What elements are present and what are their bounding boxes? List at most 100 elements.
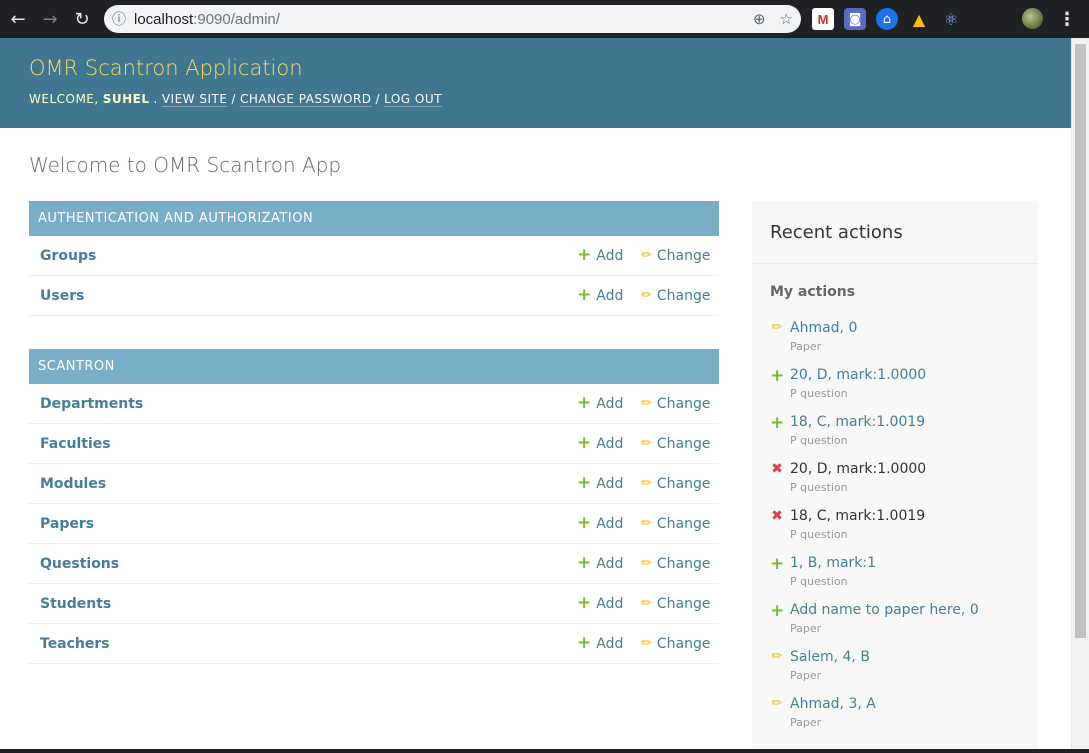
add-icon: + (770, 554, 785, 574)
add-papers-link[interactable]: + Add (577, 515, 623, 532)
change-faculties-link[interactable]: ✏ Change (641, 436, 711, 452)
model-link-faculties[interactable]: Faculties (40, 436, 111, 452)
change-papers-link[interactable]: ✏ Change (641, 516, 711, 532)
add-users-link[interactable]: + Add (577, 287, 623, 304)
recent-action-type: Paper (790, 340, 822, 353)
forward-icon[interactable]: → (34, 0, 66, 38)
pencil-icon: ✏ (641, 436, 652, 451)
change-password-link[interactable]: Change password (239, 92, 372, 107)
bank-icon[interactable]: ⌂ (876, 8, 898, 30)
change-label: Change (656, 555, 711, 572)
pencil-icon: ✏ (771, 320, 783, 335)
recent-action-type: Paper (790, 622, 822, 635)
add-students-link[interactable]: + Add (577, 595, 623, 612)
react-icon[interactable]: ⚛ (940, 8, 962, 30)
recent-action-item: ✏ Ahmad, 0 Paper (770, 319, 1030, 366)
recent-action-link: 20, D, mark:1.0000 (790, 461, 927, 477)
reload-icon[interactable]: ↻ (66, 0, 98, 38)
recent-action-link[interactable]: Add name to paper here, 0 (790, 602, 979, 618)
add-label: Add (596, 395, 624, 412)
model-link-questions[interactable]: Questions (40, 556, 119, 572)
add-icon: + (577, 393, 592, 413)
module-scantron: Scantron Departments + Add ✏ Change Faculties… (29, 349, 719, 664)
scrollbar-thumb[interactable] (1075, 44, 1086, 638)
recent-action-link[interactable]: Ahmad, 3, A (790, 696, 876, 712)
url-host: localhost (134, 10, 194, 28)
change-questions-link[interactable]: ✏ Change (641, 556, 711, 572)
add-modules-link[interactable]: + Add (577, 475, 623, 492)
model-row-departments: Departments + Add ✏ Change (29, 384, 719, 424)
bookmark-star-icon[interactable]: ☆ (780, 10, 793, 28)
add-teachers-link[interactable]: + Add (577, 635, 623, 652)
add-icon: + (577, 633, 592, 653)
change-modules-link[interactable]: ✏ Change (641, 476, 711, 492)
delete-icon: ✖ (771, 461, 783, 477)
gmail-icon[interactable]: M (812, 8, 834, 30)
pencil-icon: ✏ (771, 696, 783, 711)
add-faculties-link[interactable]: + Add (577, 435, 623, 452)
recent-action-link[interactable]: Salem, 4, B (790, 649, 870, 665)
add-groups-link[interactable]: + Add (577, 247, 623, 264)
change-teachers-link[interactable]: ✏ Change (641, 636, 711, 652)
change-label: Change (656, 287, 711, 304)
camera-icon[interactable]: ◙ (844, 8, 866, 30)
model-row-papers: Papers + Add ✏ Change (29, 504, 719, 544)
pencil-icon: ✏ (771, 649, 783, 664)
recent-action-link[interactable]: Ahmad, 0 (790, 320, 857, 336)
add-label: Add (596, 595, 624, 612)
drive-icon[interactable]: ▲ (908, 8, 930, 30)
module-caption[interactable]: Scantron (29, 349, 719, 384)
model-row-teachers: Teachers + Add ✏ Change (29, 624, 719, 664)
change-departments-link[interactable]: ✏ Change (641, 396, 711, 412)
change-label: Change (656, 635, 711, 652)
change-groups-link[interactable]: ✏ Change (641, 248, 711, 264)
change-label: Change (656, 475, 711, 492)
add-label: Add (596, 635, 624, 652)
model-link-modules[interactable]: Modules (40, 476, 106, 492)
recent-action-type: Paper (790, 716, 822, 729)
add-icon: + (577, 285, 592, 305)
profile-avatar[interactable] (1022, 8, 1043, 29)
recent-action-type: P question (790, 481, 848, 494)
recent-action-link[interactable]: 1, B, mark:1 (790, 555, 876, 571)
pencil-icon: ✏ (641, 288, 652, 303)
add-icon: + (577, 245, 592, 265)
pencil-icon: ✏ (641, 516, 652, 531)
add-icon: + (770, 366, 785, 386)
change-users-link[interactable]: ✏ Change (641, 288, 711, 304)
model-link-groups[interactable]: Groups (40, 248, 96, 264)
add-departments-link[interactable]: + Add (577, 395, 623, 412)
back-icon[interactable]: ← (2, 0, 34, 38)
add-questions-link[interactable]: + Add (577, 555, 623, 572)
recent-action-type: P question (790, 387, 848, 400)
model-row-modules: Modules + Add ✏ Change (29, 464, 719, 504)
model-link-teachers[interactable]: Teachers (40, 636, 110, 652)
model-link-users[interactable]: Users (40, 288, 84, 304)
log-out-link[interactable]: Log out (384, 92, 442, 107)
page-scrollbar[interactable] (1071, 38, 1089, 753)
add-label: Add (596, 287, 624, 304)
recent-action-item: ✏ Salem, 4, B Paper (770, 648, 1030, 695)
module-caption[interactable]: Authentication and Authorization (29, 201, 719, 236)
recent-action-link[interactable]: 20, D, mark:1.0000 (790, 367, 926, 383)
recent-action-type: P question (790, 575, 848, 588)
site-info-icon[interactable]: ⓘ (104, 9, 134, 29)
delete-icon: ✖ (771, 508, 783, 524)
recent-action-link[interactable]: 18, C, mark:1.0019 (790, 414, 925, 430)
change-label: Change (656, 247, 711, 264)
recent-action-type: P question (790, 528, 848, 541)
model-link-students[interactable]: Students (40, 596, 111, 612)
recent-action-link: 18, C, mark:1.0019 (790, 508, 926, 524)
pencil-icon: ✏ (641, 396, 652, 411)
change-label: Change (656, 395, 711, 412)
add-label: Add (596, 475, 624, 492)
view-site-link[interactable]: View site (161, 92, 228, 107)
zoom-icon[interactable]: ⊕ (753, 10, 766, 28)
change-label: Change (656, 435, 711, 452)
address-bar[interactable]: ⓘ localhost:9090/admin/ ⊕ ☆ (104, 5, 801, 33)
site-branding[interactable]: OMR Scantron Application (29, 56, 303, 80)
model-link-papers[interactable]: Papers (40, 516, 94, 532)
change-students-link[interactable]: ✏ Change (641, 596, 711, 612)
model-link-departments[interactable]: Departments (40, 396, 143, 412)
browser-menu-icon[interactable]: ⋮ (1058, 0, 1076, 38)
